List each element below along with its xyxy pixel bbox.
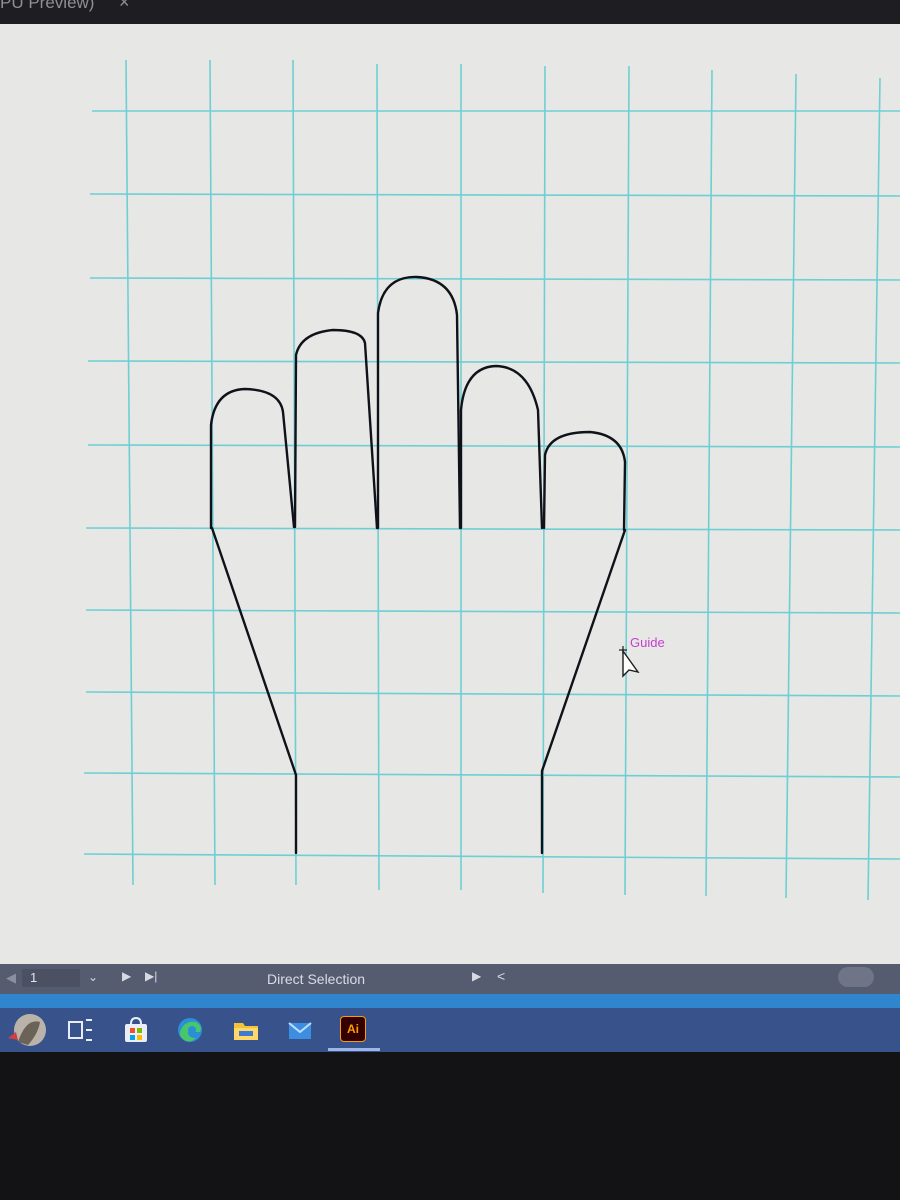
current-tool-label[interactable]: Direct Selection (267, 971, 365, 987)
active-app-indicator (328, 1048, 380, 1051)
smart-guide-label: Guide (630, 635, 665, 650)
microsoft-store-icon[interactable] (122, 1016, 150, 1044)
vertical-guide (785, 73, 797, 899)
finger-outline (293, 328, 379, 530)
document-tab-title[interactable]: PU Preview) (0, 0, 94, 13)
status-menu-back-icon[interactable]: < (497, 968, 505, 984)
user-avatar-icon[interactable] (8, 1012, 46, 1048)
hand-outline-path[interactable] (209, 275, 627, 855)
illustrator-icon[interactable]: Ai (340, 1016, 366, 1042)
finger-outline (376, 275, 462, 530)
horizontal-scrollbar-thumb[interactable] (838, 967, 874, 987)
mouse-cursor-icon (619, 646, 640, 678)
artboard-dropdown-icon[interactable]: ⌄ (88, 970, 98, 984)
document-tab-bar: PU Preview) × (0, 0, 900, 24)
window-bottom-edge (0, 994, 900, 1008)
status-menu-play-icon[interactable]: ▶ (472, 969, 481, 983)
task-view-icon[interactable] (66, 1016, 94, 1044)
last-artboard-icon[interactable]: ▶| (145, 969, 157, 983)
horizontal-guide (85, 691, 900, 697)
artboard-svg: Guide (83, 59, 900, 901)
edge-browser-icon[interactable] (176, 1016, 204, 1044)
next-artboard-icon[interactable]: ▶ (122, 969, 131, 983)
vertical-guide (125, 59, 134, 886)
guide-grid (83, 59, 900, 901)
horizontal-guide (87, 360, 900, 364)
finger-outline (459, 364, 544, 530)
horizontal-guide (85, 609, 900, 614)
mail-icon[interactable] (286, 1016, 314, 1044)
artboard-number-field[interactable]: 1 (22, 969, 80, 987)
horizontal-guide (85, 527, 900, 531)
previous-artboard-icon[interactable]: ◀ (6, 970, 16, 986)
palm-outline (540, 528, 627, 855)
vertical-guide (705, 69, 713, 897)
file-explorer-icon[interactable] (232, 1016, 260, 1044)
horizontal-guide (83, 772, 900, 778)
horizontal-guide (83, 853, 900, 860)
status-bar: ◀ 1 ⌄ ▶ ▶| Direct Selection ▶ < (0, 964, 900, 994)
close-tab-icon[interactable]: × (119, 0, 130, 13)
palm-outline (210, 526, 298, 855)
windows-taskbar (0, 1008, 900, 1052)
artboard-canvas[interactable]: Guide (0, 24, 900, 964)
finger-outline (209, 387, 296, 530)
